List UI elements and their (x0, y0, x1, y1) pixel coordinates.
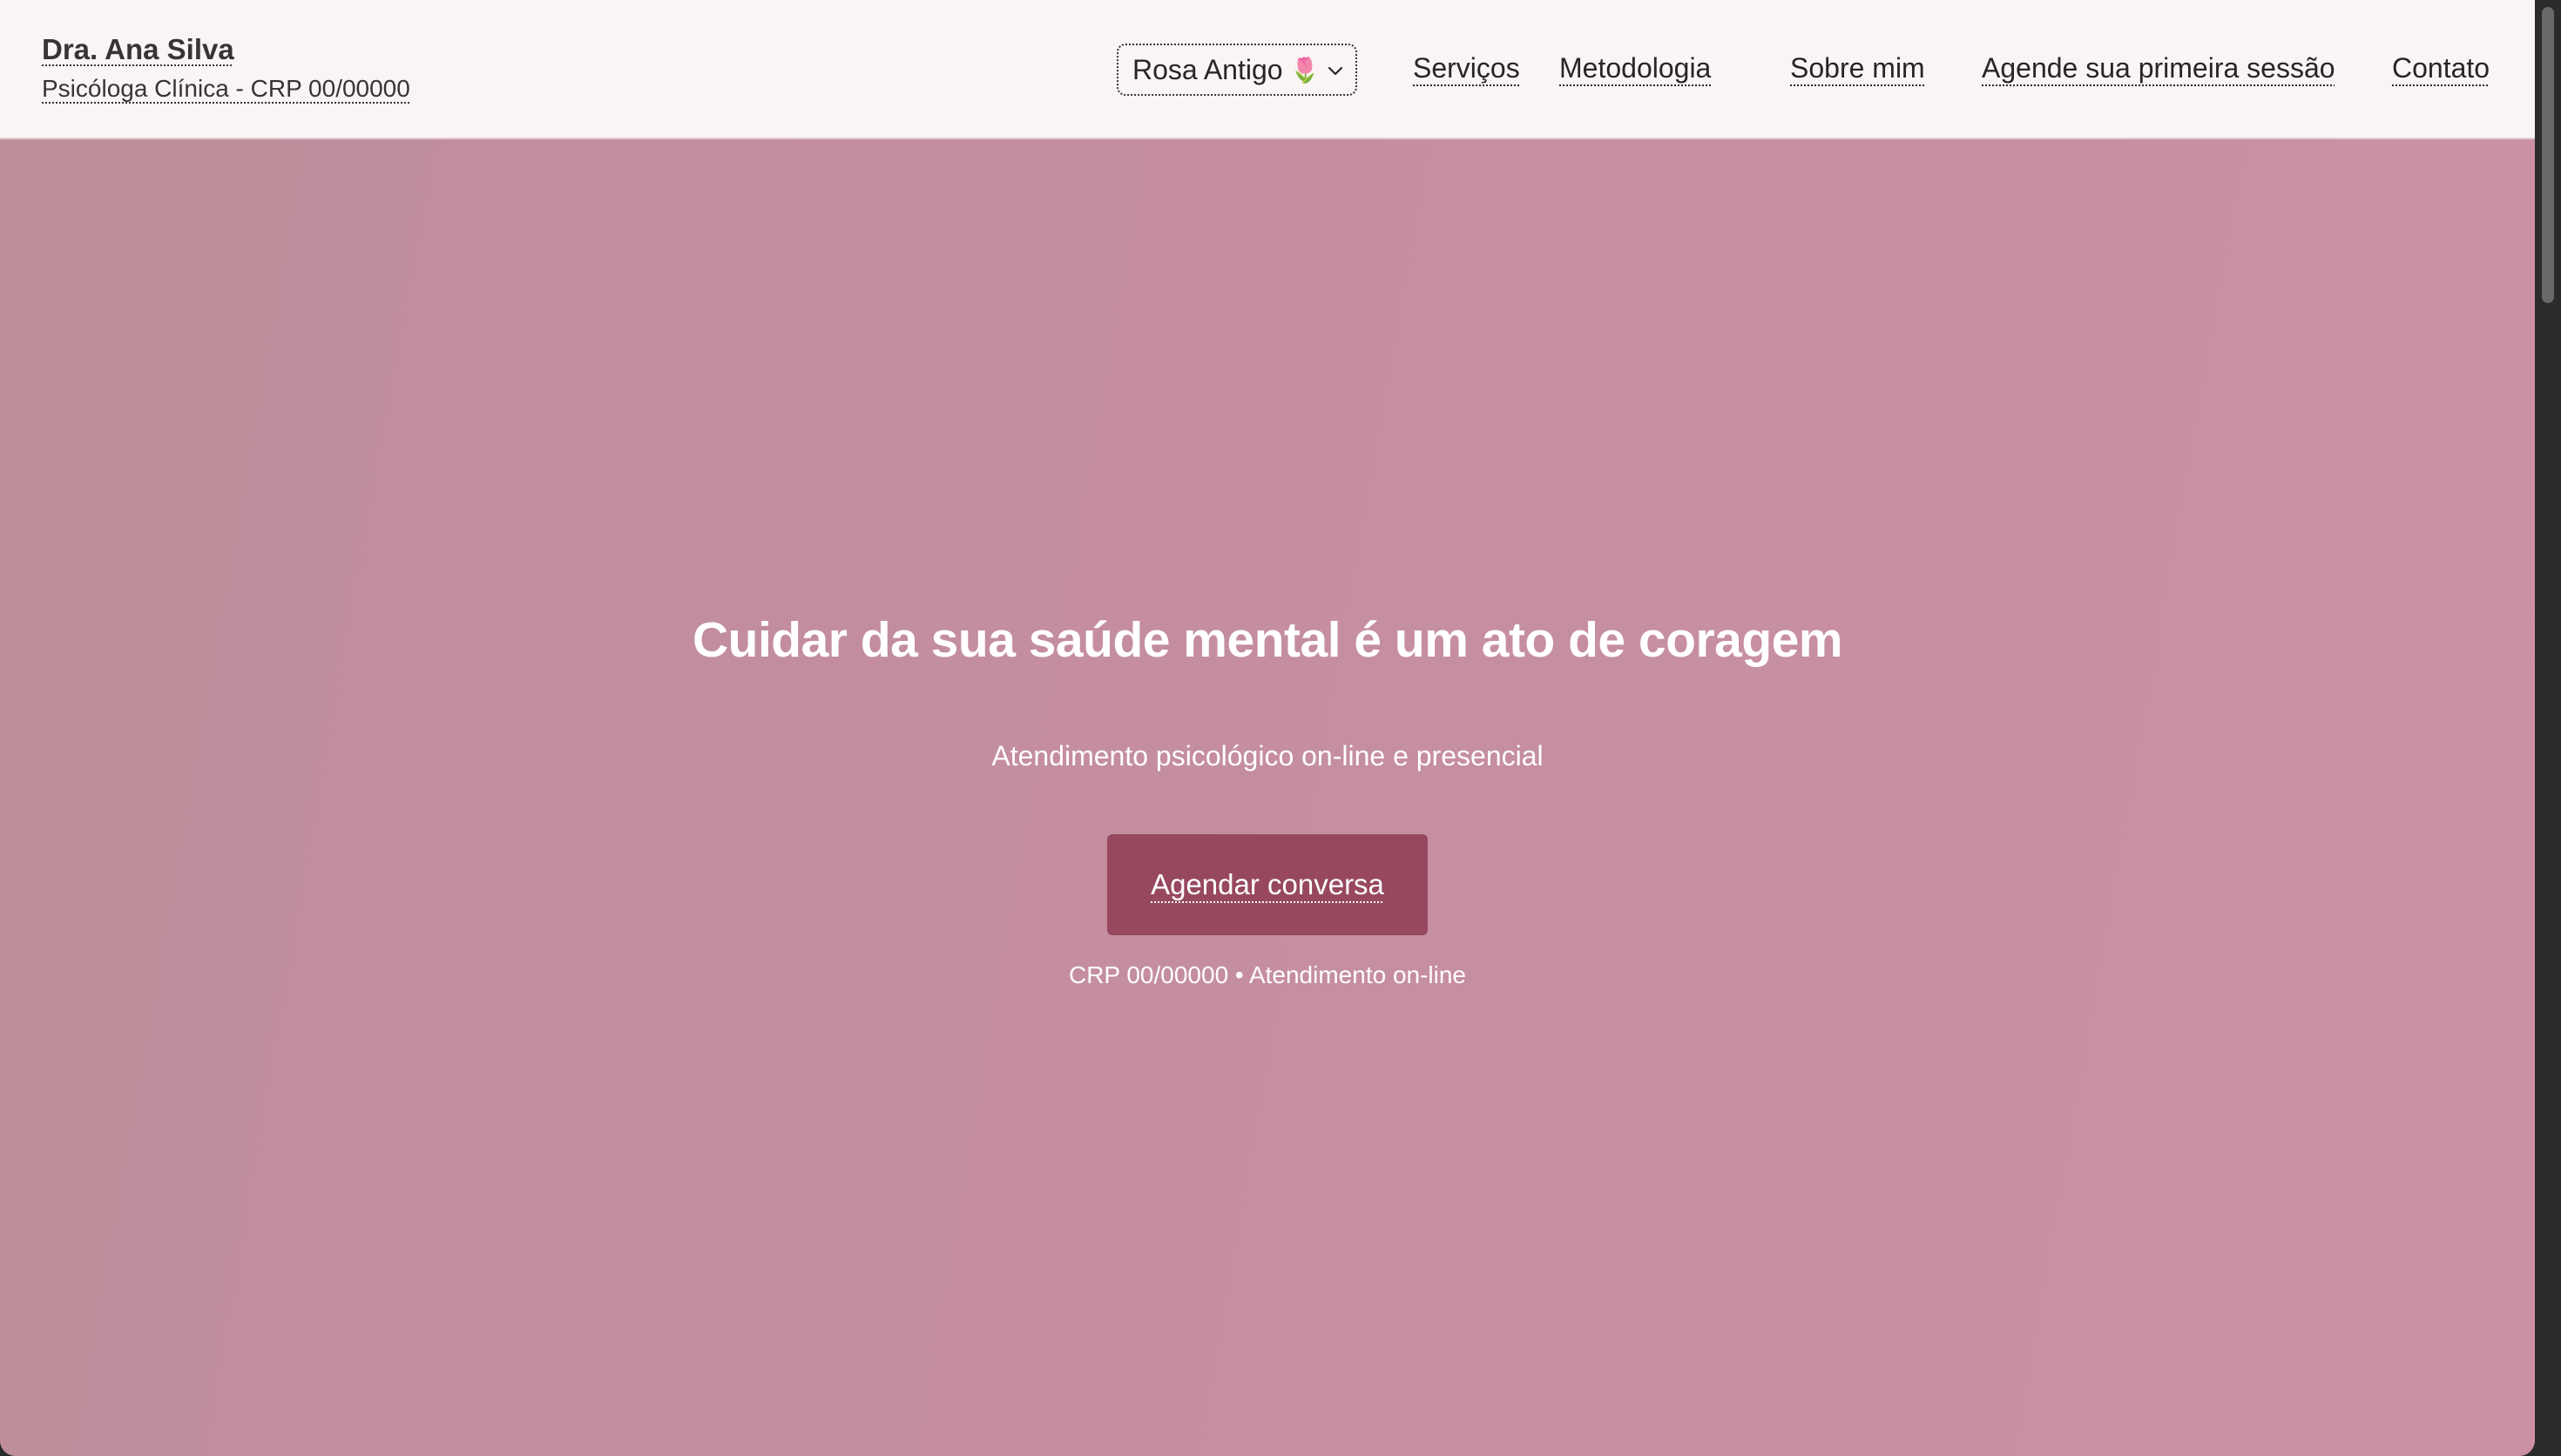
hero-subtitle: Atendimento psicológico on-line e presen… (991, 740, 1544, 772)
hero-title: Cuidar da sua saúde mental é um ato de c… (692, 612, 1843, 668)
brand[interactable]: Dra. Ana Silva Psicóloga Clínica - CRP 0… (42, 31, 410, 106)
brand-subtitle[interactable]: Psicóloga Clínica - CRP 00/00000 (42, 71, 410, 106)
hero-section: Cuidar da sua saúde mental é um ato de c… (0, 139, 2535, 1456)
nav-link-agende-sessao[interactable]: Agende sua primeira sessão (1982, 49, 2335, 87)
theme-select[interactable]: Rosa Antigo 🌷 (1117, 44, 1357, 96)
chevron-down-icon (1328, 66, 1343, 76)
browser-viewport: Dra. Ana Silva Psicóloga Clínica - CRP 0… (0, 0, 2535, 1456)
theme-select-value: Rosa Antigo (1132, 53, 1283, 85)
tulip-icon: 🌷 (1289, 56, 1321, 84)
schedule-conversation-button[interactable]: Agendar conversa (1107, 834, 1428, 935)
nav-link-contato[interactable]: Contato (2392, 49, 2490, 87)
nav-link-metodologia[interactable]: Metodologia (1559, 49, 1711, 87)
site-header: Dra. Ana Silva Psicóloga Clínica - CRP 0… (0, 0, 2535, 139)
nav-link-sobre-mim[interactable]: Sobre mim (1790, 49, 1925, 87)
scrollbar-thumb[interactable] (2542, 7, 2554, 303)
brand-name[interactable]: Dra. Ana Silva (42, 31, 410, 68)
hero-note: CRP 00/00000 • Atendimento on-line (1068, 961, 1467, 988)
nav-link-servicos[interactable]: Serviços (1413, 49, 1520, 87)
